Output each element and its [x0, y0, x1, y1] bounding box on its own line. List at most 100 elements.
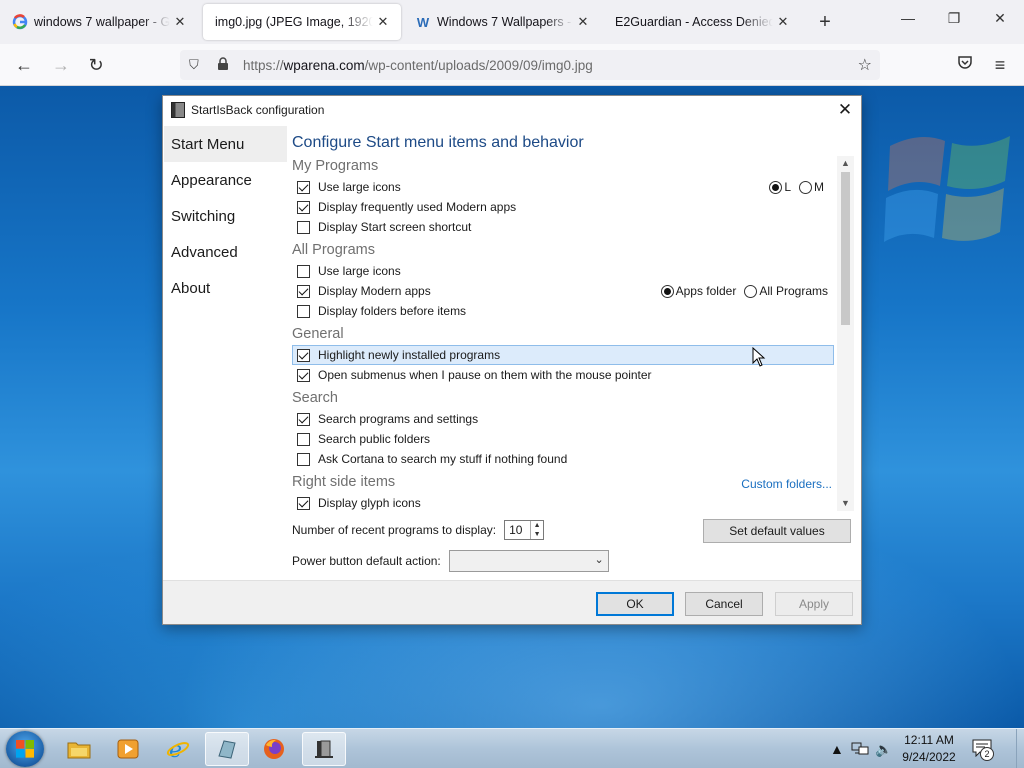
reload-icon[interactable]: ↻ — [85, 54, 107, 76]
tab-img0-jpg[interactable]: img0.jpg (JPEG Image, 1920 × 1200 ✕ — [203, 4, 401, 40]
action-center-icon[interactable]: 2 — [972, 739, 994, 762]
show-hidden-icons[interactable]: ▲ — [830, 729, 844, 768]
checkbox[interactable] — [297, 348, 310, 362]
option-ask-cortana[interactable]: Ask Cortana to search my stuff if nothin… — [292, 449, 834, 469]
google-icon — [12, 14, 28, 30]
option-ap-folders-first[interactable]: Display folders before items — [292, 301, 834, 321]
recent-programs-row: Number of recent programs to display: 10… — [292, 520, 545, 540]
startisback-taskbar-icon[interactable] — [302, 732, 346, 766]
tab-close-icon[interactable]: ✕ — [573, 12, 593, 32]
option-open-submenus-hover[interactable]: Open submenus when I pause on them with … — [292, 365, 834, 385]
checkbox[interactable] — [297, 452, 310, 466]
recent-programs-value[interactable]: 10 — [505, 523, 530, 537]
radio-label: All Programs — [759, 284, 828, 298]
tab-google-search[interactable]: windows 7 wallpaper - Goo ✕ — [0, 4, 198, 40]
firefox-icon[interactable] — [252, 732, 296, 766]
checkbox[interactable] — [297, 200, 310, 214]
radio-m[interactable] — [799, 180, 812, 194]
ok-button[interactable]: OK — [596, 592, 674, 616]
option-label: Display frequently used Modern apps — [318, 200, 517, 214]
option-label: Use large icons — [318, 264, 401, 278]
pocket-icon[interactable] — [954, 54, 976, 76]
option-label: Ask Cortana to search my stuff if nothin… — [318, 452, 568, 466]
browser-tab-strip: windows 7 wallpaper - Goo ✕ img0.jpg (JP… — [0, 0, 1024, 44]
startisback-app-icon — [171, 102, 185, 118]
scroll-thumb[interactable] — [841, 172, 850, 325]
cancel-button[interactable]: Cancel — [685, 592, 763, 616]
option-mp-frequent-modern[interactable]: Display frequently used Modern apps — [292, 197, 834, 217]
sidebar-item-advanced[interactable]: Advanced — [164, 234, 287, 270]
option-label: Display Start screen shortcut — [318, 220, 472, 234]
radio-l[interactable] — [769, 180, 783, 194]
sidebar-item-appearance[interactable]: Appearance — [164, 162, 287, 198]
tab-close-icon[interactable]: ✕ — [170, 12, 190, 32]
option-ap-large-icons[interactable]: Use large icons — [292, 261, 834, 281]
volume-icon[interactable]: 🔈 — [875, 729, 892, 768]
dialog-close-icon[interactable]: ✕ — [835, 100, 855, 120]
notification-count-badge: 2 — [980, 747, 994, 761]
checkbox[interactable] — [297, 412, 310, 426]
power-action-select[interactable]: ⌄ — [448, 550, 609, 572]
checkbox[interactable] — [297, 220, 310, 234]
show-desktop-button[interactable] — [1016, 729, 1024, 768]
app-window-icon[interactable] — [205, 732, 249, 766]
window-close-icon[interactable]: ✕ — [990, 10, 1010, 27]
new-tab-button[interactable]: + — [814, 12, 836, 34]
option-glyph-icons[interactable]: Display glyph icons — [292, 493, 834, 511]
scroll-down-arrow-icon[interactable]: ▼ — [837, 496, 854, 511]
option-search-programs-settings[interactable]: Search programs and settings — [292, 409, 834, 429]
back-arrow-icon[interactable]: ← — [13, 54, 35, 76]
checkbox[interactable] — [297, 368, 310, 382]
tab-e2guardian[interactable]: E2Guardian - Access Denied ✕ — [603, 4, 801, 40]
option-label: Search public folders — [318, 432, 431, 446]
minimize-icon[interactable]: — — [898, 10, 918, 26]
system-clock[interactable]: 12:11 AM 9/24/2022 — [898, 732, 960, 766]
radio-all-programs[interactable] — [744, 284, 758, 298]
checkbox[interactable] — [297, 180, 310, 194]
apply-button[interactable]: Apply — [775, 592, 853, 616]
tab-windows-7-wallpapers[interactable]: W Windows 7 Wallpapers - To ✕ — [403, 4, 601, 40]
sidebar-item-switching[interactable]: Switching — [164, 198, 287, 234]
internet-explorer-icon[interactable]: e — [156, 732, 200, 766]
option-ap-modern-apps[interactable]: Display Modern apps Apps folder All Prog… — [292, 281, 834, 301]
checkbox[interactable] — [297, 432, 310, 446]
forward-arrow-icon[interactable]: → — [50, 54, 72, 76]
section-all-programs: All Programs — [292, 242, 375, 258]
browser-toolbar: ← → ↻ ⛉ https://wparena.com/wp-content/u… — [0, 44, 1024, 86]
option-mp-start-screen-shortcut[interactable]: Display Start screen shortcut — [292, 217, 834, 237]
section-my-programs: My Programs — [292, 158, 379, 174]
tab-close-icon[interactable]: ✕ — [373, 12, 393, 32]
tab-close-icon[interactable]: ✕ — [773, 12, 793, 32]
option-search-public-folders[interactable]: Search public folders — [292, 429, 834, 449]
checkbox[interactable] — [297, 264, 310, 278]
address-bar[interactable]: ⛉ https://wparena.com/wp-content/uploads… — [180, 50, 880, 80]
dialog-footer: OK Cancel Apply — [163, 580, 861, 624]
option-label: Search programs and settings — [318, 412, 479, 426]
restore-icon[interactable]: ❐ — [944, 10, 964, 27]
media-player-icon[interactable] — [106, 732, 150, 766]
lock-icon[interactable] — [217, 56, 235, 74]
options-scrollbar[interactable]: ▲ ▼ — [837, 156, 854, 511]
sidebar-item-start-menu[interactable]: Start Menu — [164, 126, 287, 162]
shield-icon[interactable]: ⛉ — [189, 57, 207, 73]
set-default-values-button[interactable]: Set default values — [703, 519, 851, 543]
radio-label: M — [814, 180, 824, 194]
menu-icon[interactable]: ≡ — [989, 54, 1011, 76]
option-label: Use large icons — [318, 180, 401, 194]
file-explorer-icon[interactable] — [57, 732, 101, 766]
custom-folders-link[interactable]: Custom folders... — [741, 477, 832, 491]
checkbox[interactable] — [297, 496, 310, 510]
option-mp-large-icons[interactable]: Use large icons L M — [292, 177, 834, 197]
network-icon[interactable] — [851, 729, 869, 768]
stepper-arrows-icon[interactable]: ▲ ▼ — [530, 521, 543, 539]
recent-programs-stepper[interactable]: 10 ▲ ▼ — [504, 520, 545, 540]
sidebar-item-about[interactable]: About — [164, 270, 287, 306]
radio-apps-folder[interactable] — [660, 284, 674, 298]
options-scroll-area[interactable]: My Programs Use large icons L M Display … — [292, 156, 852, 511]
checkbox[interactable] — [297, 284, 310, 298]
checkbox[interactable] — [297, 304, 310, 318]
scroll-up-arrow-icon[interactable]: ▲ — [837, 156, 854, 171]
bookmark-star-icon[interactable]: ☆ — [858, 55, 872, 75]
start-button[interactable] — [6, 731, 44, 767]
dialog-title: StartIsBack configuration — [191, 103, 325, 117]
